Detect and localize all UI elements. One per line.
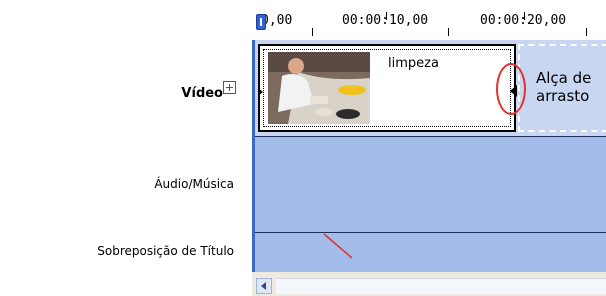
ruler-tick <box>386 12 387 20</box>
audio-track-label: Áudio/Música <box>154 177 234 191</box>
highlight-circle <box>496 63 526 115</box>
video-clip[interactable]: limpeza <box>258 44 516 132</box>
clip-start-marker-icon <box>258 88 263 96</box>
timeline-left-edge <box>252 40 255 272</box>
callout-line-2: arrasto <box>536 87 590 105</box>
audio-track[interactable] <box>252 136 606 232</box>
clip-thumbnail <box>268 52 370 124</box>
annotation-line <box>323 233 353 259</box>
expand-video-track-icon[interactable] <box>223 81 236 94</box>
ruler-tick <box>586 28 587 36</box>
ruler-tick <box>312 28 313 36</box>
clip-title: limpeza <box>388 56 439 71</box>
track-divider <box>252 136 606 137</box>
time-ruler[interactable]: 0,00 00:00:10,00 00:00:20,00 <box>252 0 606 40</box>
playhead-marker-icon[interactable] <box>256 14 266 40</box>
ruler-tick <box>524 12 525 20</box>
video-track-label: Vídeo <box>181 86 223 101</box>
title-overlay-track[interactable] <box>252 232 606 272</box>
scroll-left-button[interactable] <box>256 278 272 294</box>
timeline: 0,00 00:00:10,00 00:00:20,00 limpeza Alç… <box>252 0 606 296</box>
scrollbar-track[interactable] <box>276 278 606 294</box>
ruler-tick <box>448 28 449 36</box>
title-overlay-track-label: Sobreposição de Título <box>97 244 234 258</box>
track-divider <box>252 232 606 233</box>
drag-handle-callout: Alça de arrasto <box>536 69 591 105</box>
callout-line-1: Alça de <box>536 69 592 87</box>
